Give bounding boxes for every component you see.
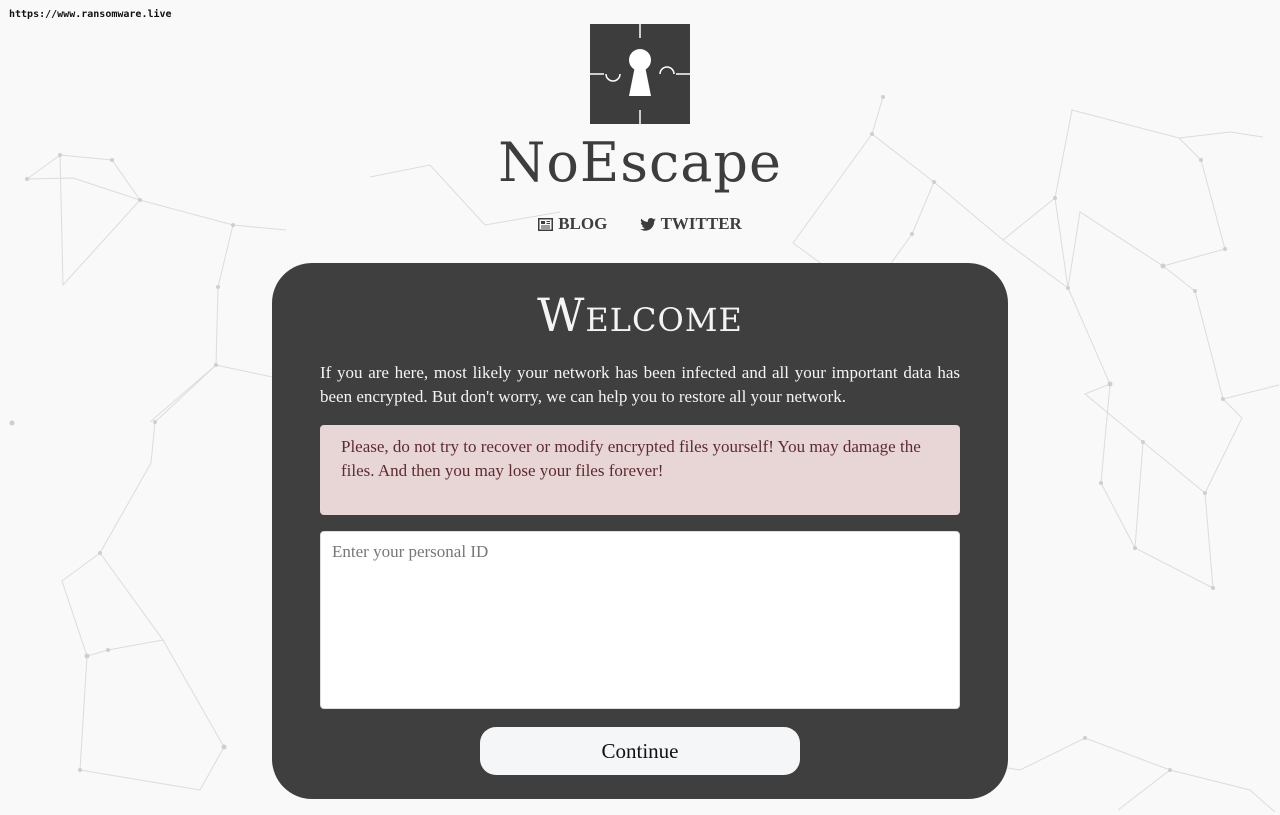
intro-text: If you are here, most likely your networ… [320,363,960,406]
nav-twitter-link[interactable]: TWITTER [639,214,742,234]
welcome-title: Welcome [537,288,743,342]
nav-blog-link[interactable]: BLOG [538,214,607,234]
warning-alert: Please, do not try to recover or modify … [320,425,960,515]
nav-twitter-label: TWITTER [660,214,742,233]
newspaper-icon [538,217,554,231]
personal-id-input[interactable] [320,531,960,709]
brand-title: NoEscape [498,131,782,194]
top-nav: BLOG TWITTER [0,214,1280,236]
continue-button[interactable]: Continue [480,727,800,775]
twitter-bird-icon [639,217,656,231]
nav-blog-label: BLOG [558,214,608,233]
page-url: https://www.ransomware.live [9,9,172,20]
keyhole-puzzle-icon [590,24,690,124]
welcome-card: Welcome If you are here, most likely you… [272,263,1008,799]
